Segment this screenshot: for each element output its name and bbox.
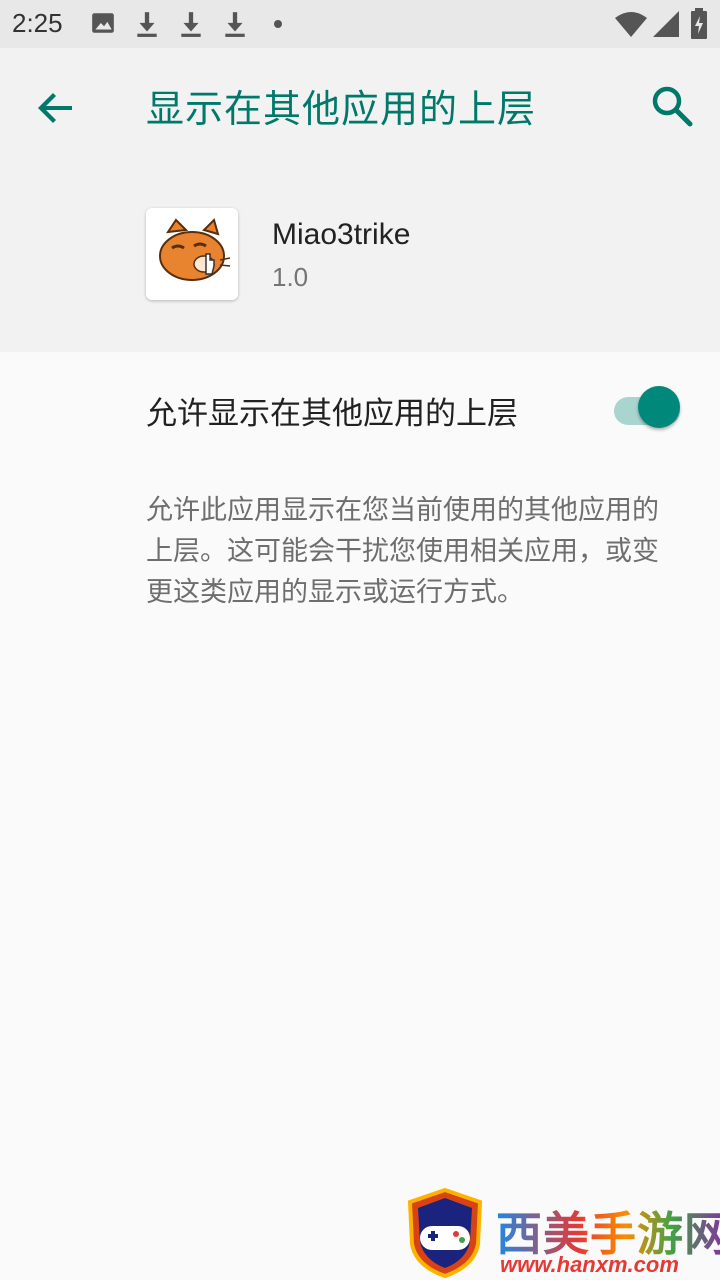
- permission-description: 允许此应用显示在您当前使用的其他应用的 上层。这可能会干扰您使用相关应用，或变 …: [146, 490, 686, 613]
- watermark-url: www.hanxm.com: [500, 1252, 679, 1277]
- app-name: Miao3trike: [272, 218, 411, 251]
- download-icon: [137, 12, 157, 37]
- status-time: 2:25: [12, 8, 63, 38]
- download-icon: [225, 12, 245, 37]
- app-header: Miao3trike 1.0: [0, 160, 720, 352]
- description-line: 上层。这可能会干扰您使用相关应用，或变: [146, 536, 659, 567]
- download-icon: [181, 12, 201, 37]
- wifi-icon: [615, 12, 647, 37]
- watermark: 西美手游网 www.hanxm.com: [400, 1186, 720, 1280]
- page-title: 显示在其他应用的上层: [146, 87, 537, 131]
- search-button[interactable]: [644, 78, 700, 134]
- arrow-back-icon: [38, 93, 72, 123]
- overlay-permission-row[interactable]: 允许显示在其他应用的上层: [0, 352, 720, 464]
- image-icon: [92, 13, 114, 33]
- cat-app-icon: [159, 218, 231, 281]
- dot-icon: [274, 20, 282, 28]
- description-line: 更这类应用的显示或运行方式。: [146, 577, 524, 608]
- app-bar: 显示在其他应用的上层: [0, 48, 720, 160]
- search-icon: [652, 86, 693, 127]
- back-button[interactable]: [28, 80, 84, 136]
- battery-icon: [691, 8, 707, 39]
- app-version: 1.0: [272, 262, 309, 292]
- description-line: 允许此应用显示在您当前使用的其他应用的: [146, 495, 659, 526]
- gamepad-shield-logo: [407, 1188, 483, 1278]
- setting-label: 允许显示在其他应用的上层: [146, 396, 518, 432]
- toggle-thumb: [638, 386, 680, 428]
- app-icon: [146, 208, 238, 300]
- signal-icon: [653, 11, 679, 37]
- permission-toggle[interactable]: [612, 384, 684, 428]
- status-bar: 2:25: [0, 0, 720, 48]
